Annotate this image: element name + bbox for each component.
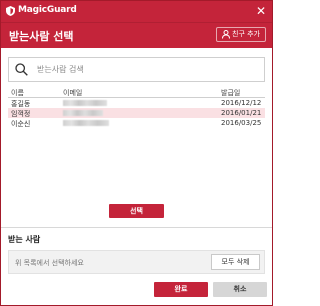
search-box[interactable] <box>8 57 265 82</box>
search-icon <box>15 63 28 76</box>
row-email-redacted <box>63 99 107 108</box>
cancel-button[interactable]: 취소 <box>213 282 267 297</box>
column-header-date: 발급일 <box>221 89 241 97</box>
titlebar: MagicGuard ✕ <box>1 1 272 22</box>
row-name: 이순신 <box>11 120 31 128</box>
person-icon <box>222 30 230 39</box>
magicguard-logo-icon <box>6 6 15 16</box>
row-date: 2016/01/21 <box>221 109 262 117</box>
row-date: 2016/12/12 <box>221 99 262 107</box>
table-row-selected[interactable]: 임꺽정 2016/01/21 <box>8 108 265 118</box>
select-button[interactable]: 선택 <box>109 204 164 218</box>
search-input[interactable] <box>37 62 247 77</box>
app-title: MagicGuard <box>18 5 77 15</box>
column-header-name: 이름 <box>11 89 24 97</box>
recipients-label: 받는 사람 <box>8 235 41 244</box>
close-icon[interactable]: ✕ <box>254 4 268 18</box>
page-title: 받는사람 선택 <box>9 30 74 43</box>
delete-all-button[interactable]: 모두 삭제 <box>211 254 260 270</box>
section-divider <box>1 227 272 228</box>
dialog-window: MagicGuard ✕ 받는사람 선택 친구 추가 이름 이메일 발급일 홍길… <box>0 0 273 306</box>
add-friend-button[interactable]: 친구 추가 <box>216 27 266 42</box>
table-header: 이름 이메일 발급일 <box>8 87 265 98</box>
recipients-field[interactable]: 위 목록에서 선택하세요 모두 삭제 <box>8 250 265 274</box>
recipient-table: 이름 이메일 발급일 홍길동 2016/12/12 임꺽정 2016/01/21… <box>8 87 265 128</box>
table-row[interactable]: 홍길동 2016/12/12 <box>8 98 265 108</box>
row-email-redacted <box>63 109 103 118</box>
recipients-placeholder: 위 목록에서 선택하세요 <box>15 259 84 267</box>
add-friend-label: 친구 추가 <box>232 30 260 38</box>
row-date: 2016/03/25 <box>221 119 262 127</box>
table-row[interactable]: 이순신 2016/03/25 <box>8 118 265 128</box>
ok-button[interactable]: 완료 <box>154 282 208 297</box>
dialog-header: 받는사람 선택 친구 추가 <box>1 22 272 48</box>
column-header-email: 이메일 <box>63 89 83 97</box>
row-email-redacted <box>63 119 109 128</box>
